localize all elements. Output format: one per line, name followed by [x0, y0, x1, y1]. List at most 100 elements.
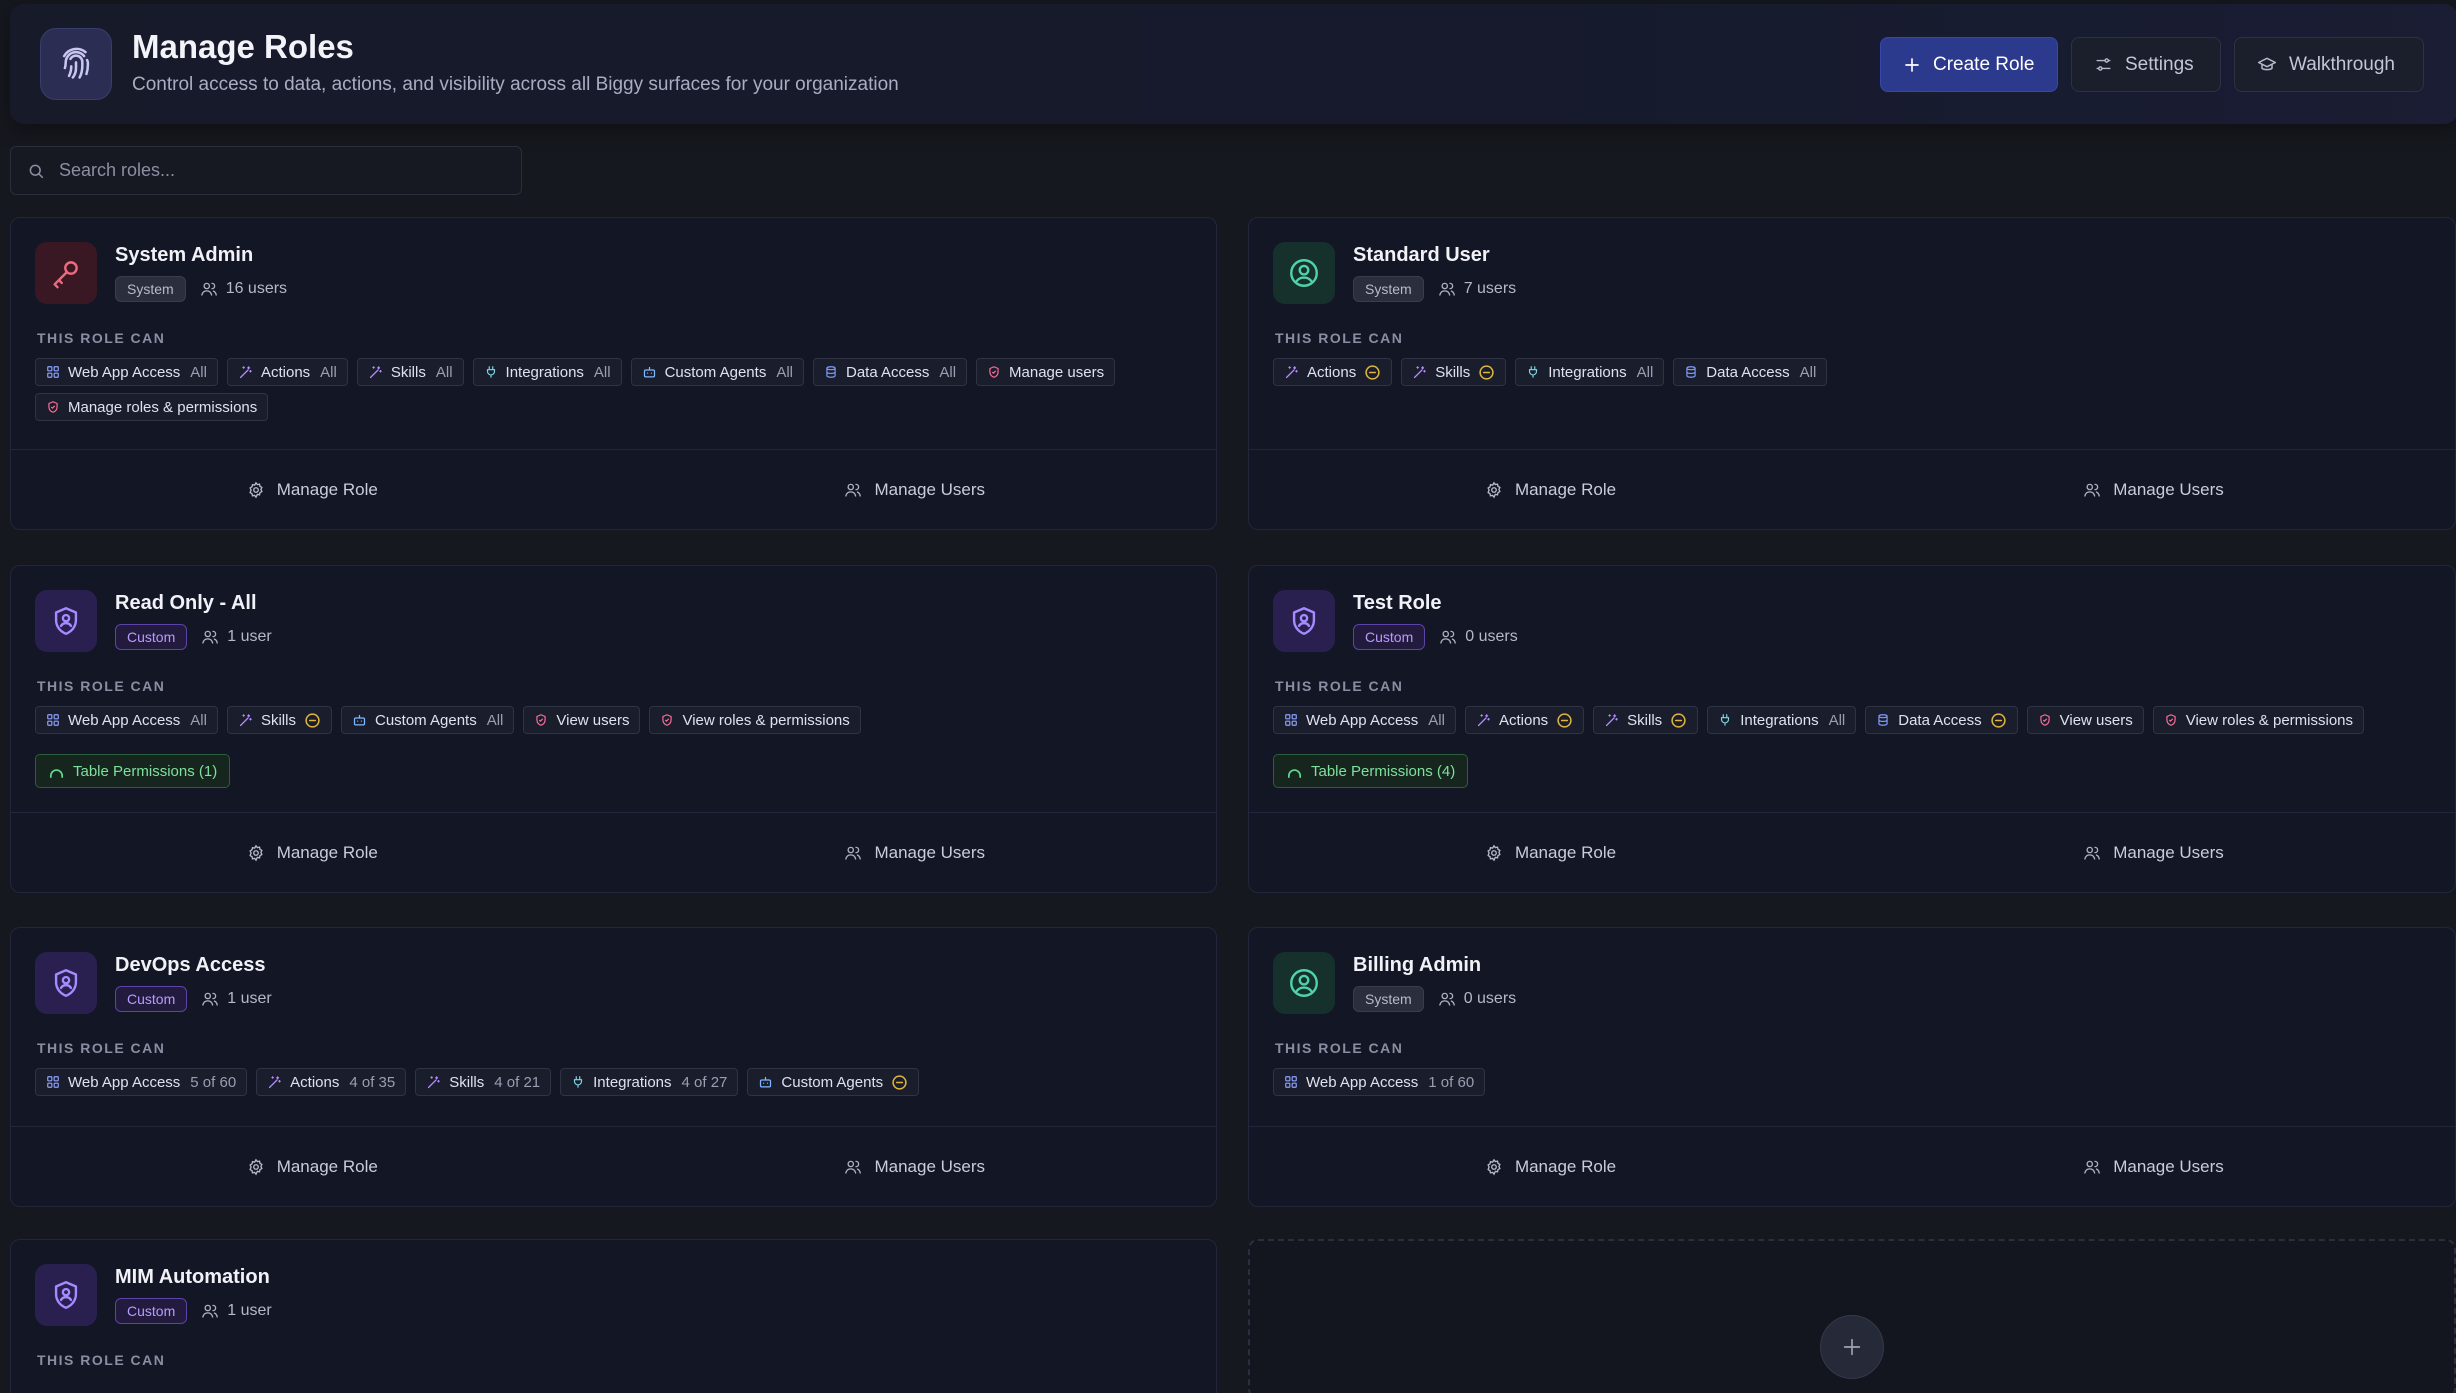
capability-label: Custom Agents: [781, 1073, 884, 1091]
role-name[interactable]: Standard User: [1353, 244, 1490, 267]
table-permissions-chip[interactable]: Table Permissions (1): [35, 754, 231, 788]
walkthrough-button[interactable]: Walkthrough: [2234, 37, 2424, 92]
shield-icon: [660, 713, 674, 727]
wand-icon: [368, 365, 383, 380]
settings-button[interactable]: Settings: [2071, 37, 2221, 92]
manage-role-button[interactable]: Manage Role: [1249, 813, 1852, 892]
role-card-footer: Manage Role Manage Users: [11, 812, 1216, 892]
database-icon: [824, 365, 838, 379]
manage-users-button[interactable]: Manage Users: [1852, 450, 2455, 529]
users-icon: [201, 1302, 219, 1320]
create-role-label: Create Role: [1933, 53, 2035, 75]
add-role-button[interactable]: [1820, 1315, 1884, 1379]
manage-users-button[interactable]: Manage Users: [614, 813, 1217, 892]
bot-icon: [758, 1075, 773, 1090]
user-count-label: 1 user: [227, 1302, 272, 1319]
role-type-badge: Custom: [1353, 624, 1426, 650]
wand-icon: [426, 1075, 441, 1090]
user-circle-icon: [1273, 952, 1335, 1014]
plus-icon: [1903, 56, 1921, 74]
manage-users-button[interactable]: Manage Users: [614, 1127, 1217, 1206]
partial-access-icon: [304, 712, 321, 729]
shield-icon: [534, 713, 548, 727]
capability-chip: Data Access All: [1673, 358, 1828, 386]
manage-role-label: Manage Role: [1514, 479, 1617, 499]
role-card: Billing Admin System 0 users THIS ROLE C…: [1248, 927, 2456, 1207]
user-count-label: 1 user: [227, 628, 272, 645]
users-icon: [1438, 280, 1456, 298]
access-level: All: [435, 363, 453, 381]
access-level: 1 of 60: [1428, 1073, 1475, 1091]
user-count-label: 0 users: [1463, 990, 1517, 1007]
manage-role-button[interactable]: Manage Role: [1249, 450, 1852, 529]
capability-label: Integrations: [593, 1073, 672, 1091]
role-card-footer: Manage Role Manage Users: [1249, 449, 2455, 529]
role-meta: System 16 users: [115, 276, 287, 302]
role-name[interactable]: Read Only - All: [115, 592, 257, 615]
create-role-button[interactable]: Create Role: [1880, 37, 2058, 92]
role-name[interactable]: DevOps Access: [115, 954, 265, 977]
capability-chip: Data Access All: [812, 358, 968, 386]
capability-chip: View roles & permissions: [649, 706, 861, 734]
role-meta: Custom 1 user: [115, 1298, 272, 1324]
manage-users-button[interactable]: Manage Users: [1852, 1127, 2455, 1206]
page-header: Manage Roles Control access to data, act…: [10, 4, 2456, 124]
role-meta: System 7 users: [1353, 276, 1516, 302]
access-level: All: [190, 363, 207, 381]
user-count: 1 user: [201, 990, 272, 1008]
capability-label: Data Access: [845, 363, 930, 381]
capability-list: Web App Access All Skills Custom Agents Al…: [35, 706, 1192, 788]
capability-label: Web App Access: [68, 363, 181, 381]
role-name[interactable]: Test Role: [1353, 592, 1442, 615]
partial-access-icon: [891, 1074, 908, 1091]
users-icon: [2083, 1158, 2101, 1176]
capability-chip: Web App Access All: [35, 358, 218, 386]
partial-access-icon: [1478, 364, 1495, 381]
role-name[interactable]: Billing Admin: [1353, 954, 1481, 977]
manage-users-button[interactable]: Manage Users: [1852, 813, 2455, 892]
search-box: [10, 146, 522, 195]
search-input[interactable]: [59, 160, 499, 181]
capability-label: Skills: [390, 363, 426, 381]
role-capabilities-label: THIS ROLE CAN: [37, 678, 166, 694]
access-level: All: [939, 363, 957, 381]
capability-label: Actions: [1307, 363, 1357, 381]
capability-label: Data Access: [1898, 711, 1982, 729]
partial-access-icon: [1670, 712, 1687, 729]
shield-icon: [2164, 713, 2178, 727]
partial-access-icon: [1556, 712, 1573, 729]
add-role-card[interactable]: [1248, 1239, 2456, 1393]
manage-role-button[interactable]: Manage Role: [1249, 1127, 1852, 1206]
capability-label: Actions: [290, 1073, 340, 1091]
manage-role-button[interactable]: Manage Role: [11, 450, 614, 529]
access-level: All: [1799, 363, 1817, 381]
user-count: 0 users: [1438, 990, 1516, 1008]
manage-users-label: Manage Users: [874, 842, 986, 862]
walkthrough-label: Walkthrough: [2289, 53, 2395, 75]
role-capabilities-label: THIS ROLE CAN: [37, 330, 166, 346]
role-name[interactable]: MIM Automation: [115, 1266, 270, 1289]
access-level: All: [190, 711, 207, 729]
manage-role-button[interactable]: Manage Role: [11, 813, 614, 892]
role-capabilities-label: THIS ROLE CAN: [1275, 678, 1404, 694]
table-permissions-label: Table Permissions (4): [1311, 762, 1456, 780]
plug-icon: [1526, 365, 1540, 379]
database-icon: [1876, 713, 1890, 727]
capability-chip: Actions: [1464, 706, 1585, 734]
capability-chip: Actions: [1273, 358, 1393, 386]
capability-label: Skills: [1435, 363, 1471, 381]
manage-users-button[interactable]: Manage Users: [614, 450, 1217, 529]
user-count: 1 user: [201, 628, 272, 646]
manage-role-button[interactable]: Manage Role: [11, 1127, 614, 1206]
role-type-badge: Custom: [115, 986, 188, 1012]
table-permissions-chip[interactable]: Table Permissions (4): [1273, 754, 1469, 788]
capability-chip: View users: [2026, 706, 2144, 734]
role-name[interactable]: System Admin: [115, 244, 253, 267]
role-capabilities-label: THIS ROLE CAN: [1275, 330, 1404, 346]
capability-label: Skills: [260, 711, 296, 729]
access-level: All: [593, 363, 611, 381]
wand-icon: [267, 1075, 282, 1090]
page-title: Manage Roles: [132, 28, 354, 65]
bot-icon: [642, 365, 657, 380]
access-level: All: [486, 711, 504, 729]
